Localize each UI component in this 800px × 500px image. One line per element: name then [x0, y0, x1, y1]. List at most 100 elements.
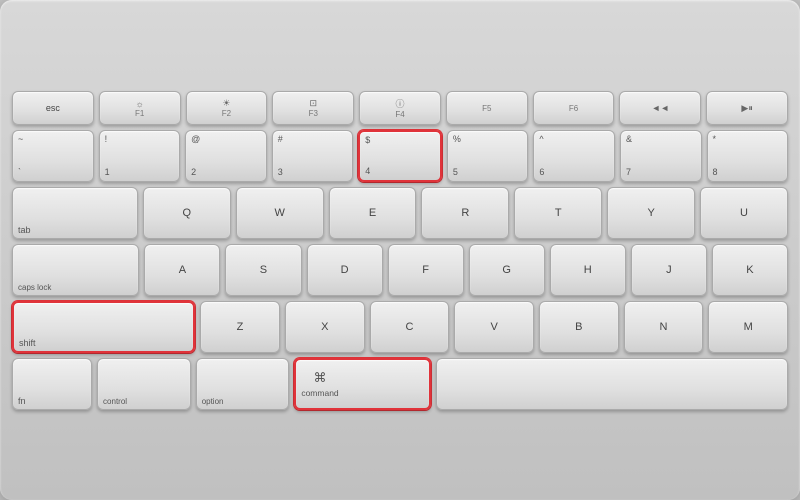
key-m-label: M: [714, 321, 782, 333]
key-j[interactable]: J: [631, 244, 707, 296]
key-8[interactable]: * 8: [707, 130, 789, 182]
key-s[interactable]: S: [225, 244, 301, 296]
key-v[interactable]: V: [454, 301, 534, 353]
fn-row: esc ☼ F1 ☀ F2 ⊡ F3 ⓘ F4: [12, 91, 788, 125]
key-4-top: $: [365, 136, 435, 146]
key-8-bottom: 8: [713, 168, 718, 178]
key-7-top: &: [626, 135, 696, 145]
key-tab-label: tab: [18, 225, 31, 235]
asdf-row: caps lock A S D F G H J K: [12, 244, 788, 296]
key-2-bottom: 2: [191, 168, 196, 178]
key-n[interactable]: N: [624, 301, 704, 353]
key-4[interactable]: $ 4: [358, 130, 442, 182]
key-spacebar[interactable]: [436, 358, 788, 410]
key-v-label: V: [460, 321, 528, 333]
key-f7[interactable]: ◄◄: [619, 91, 701, 125]
key-d-label: D: [313, 264, 377, 276]
key-command[interactable]: ⌘ command: [294, 358, 430, 410]
key-1[interactable]: ! 1: [99, 130, 181, 182]
key-f1-label: F1: [135, 109, 144, 118]
key-f6[interactable]: F6: [533, 91, 615, 125]
bottom-row: fn control option ⌘ command: [12, 358, 788, 410]
key-w[interactable]: W: [236, 187, 324, 239]
key-5[interactable]: % 5: [447, 130, 529, 182]
key-n-label: N: [630, 321, 698, 333]
key-f8[interactable]: ▶⏸: [706, 91, 788, 125]
key-3-bottom: 3: [278, 168, 283, 178]
key-w-label: W: [242, 207, 318, 219]
key-tilde-top: ~: [18, 135, 88, 145]
key-f1-icon: ☼: [105, 99, 175, 109]
key-a[interactable]: A: [144, 244, 220, 296]
key-f1[interactable]: ☼ F1: [99, 91, 181, 125]
key-option[interactable]: option: [196, 358, 290, 410]
key-f6-label: F6: [569, 104, 578, 113]
key-7[interactable]: & 7: [620, 130, 702, 182]
key-command-label: command: [301, 388, 338, 398]
key-t[interactable]: T: [514, 187, 602, 239]
key-shift-left[interactable]: shift: [12, 301, 195, 353]
key-f5-label: F5: [482, 104, 491, 113]
key-r[interactable]: R: [421, 187, 509, 239]
key-tab[interactable]: tab: [12, 187, 138, 239]
key-option-label: option: [202, 397, 224, 406]
key-f2[interactable]: ☀ F2: [186, 91, 268, 125]
command-symbol-icon: ⌘: [301, 370, 338, 386]
key-q-label: Q: [149, 207, 225, 219]
number-row: ~ ` ! 1 @ 2 # 3 $ 4 % 5 ^ 6 & 7: [12, 130, 788, 182]
key-fn[interactable]: fn: [12, 358, 92, 410]
key-f-label: F: [394, 264, 458, 276]
key-b-label: B: [545, 321, 613, 333]
key-f3[interactable]: ⊡ F3: [272, 91, 354, 125]
key-c[interactable]: C: [370, 301, 450, 353]
key-k[interactable]: K: [712, 244, 788, 296]
key-4-bottom: 4: [365, 167, 370, 177]
keyboard: esc ☼ F1 ☀ F2 ⊡ F3 ⓘ F4: [0, 0, 800, 500]
key-6[interactable]: ^ 6: [533, 130, 615, 182]
key-tilde-bottom: `: [18, 168, 21, 178]
key-f2-label: F2: [222, 109, 231, 118]
key-d[interactable]: D: [307, 244, 383, 296]
key-h[interactable]: H: [550, 244, 626, 296]
key-8-top: *: [713, 135, 783, 145]
key-q[interactable]: Q: [143, 187, 231, 239]
key-k-label: K: [718, 264, 782, 276]
key-f3-label: F3: [309, 109, 318, 118]
key-e[interactable]: E: [329, 187, 417, 239]
key-3[interactable]: # 3: [272, 130, 354, 182]
key-f[interactable]: F: [388, 244, 464, 296]
key-y[interactable]: Y: [607, 187, 695, 239]
key-caps-lock-label: caps lock: [18, 283, 51, 292]
key-f8-icon: ▶⏸: [712, 103, 782, 114]
key-z-label: Z: [206, 321, 274, 333]
key-f5[interactable]: F5: [446, 91, 528, 125]
key-fn-label: fn: [18, 396, 26, 406]
key-shift-label: shift: [19, 338, 36, 348]
key-x[interactable]: X: [285, 301, 365, 353]
key-b[interactable]: B: [539, 301, 619, 353]
key-1-bottom: 1: [105, 168, 110, 178]
key-g[interactable]: G: [469, 244, 545, 296]
key-control-label: control: [103, 397, 127, 406]
key-m[interactable]: M: [708, 301, 788, 353]
key-z[interactable]: Z: [200, 301, 280, 353]
key-esc[interactable]: esc: [12, 91, 94, 125]
zxcv-row: shift Z X C V B N M: [12, 301, 788, 353]
key-caps-lock[interactable]: caps lock: [12, 244, 139, 296]
key-2[interactable]: @ 2: [185, 130, 267, 182]
key-esc-label: esc: [18, 103, 88, 113]
key-f4-icon: ⓘ: [365, 97, 435, 110]
key-tilde[interactable]: ~ `: [12, 130, 94, 182]
key-f4[interactable]: ⓘ F4: [359, 91, 441, 125]
key-f4-label: F4: [395, 110, 404, 119]
key-h-label: H: [556, 264, 620, 276]
key-7-bottom: 7: [626, 168, 631, 178]
key-5-bottom: 5: [453, 168, 458, 178]
key-control[interactable]: control: [97, 358, 191, 410]
key-u[interactable]: U: [700, 187, 788, 239]
key-5-top: %: [453, 135, 523, 145]
key-f3-icon: ⊡: [278, 98, 348, 109]
key-6-bottom: 6: [539, 168, 544, 178]
key-r-label: R: [427, 207, 503, 219]
key-j-label: J: [637, 264, 701, 276]
